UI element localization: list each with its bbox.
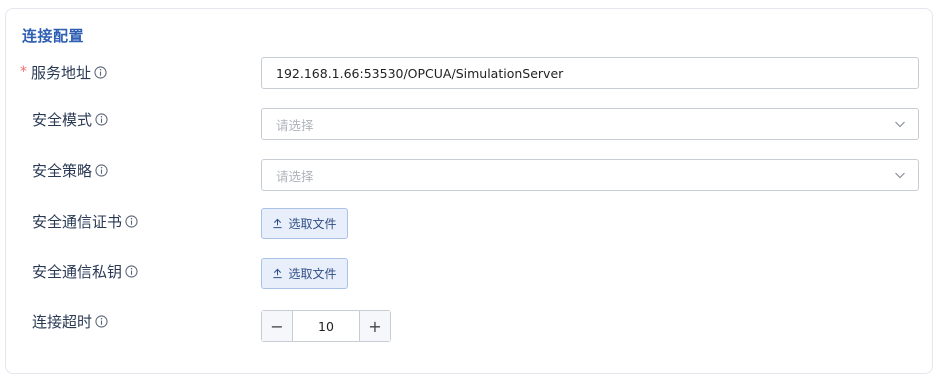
info-circle-icon[interactable] — [125, 214, 138, 228]
private-key-label-row: 安全通信私钥 — [32, 260, 138, 282]
timeout-value[interactable]: 10 — [293, 311, 359, 341]
timeout-label-row: 连接超时 — [32, 310, 108, 332]
security-policy-label-row: 安全策略 — [32, 159, 108, 181]
required-asterisk: * — [20, 64, 27, 80]
certificate-label: 安全通信证书 — [32, 212, 123, 231]
info-circle-icon[interactable] — [95, 314, 108, 328]
chevron-down-icon — [895, 121, 905, 128]
private-key-label: 安全通信私钥 — [32, 262, 123, 281]
decrement-button[interactable]: − — [262, 311, 293, 341]
security-mode-placeholder: 请选择 — [276, 117, 314, 133]
increment-button[interactable]: + — [359, 311, 390, 341]
upload-icon — [273, 268, 283, 279]
timeout-label: 连接超时 — [32, 312, 93, 331]
security-policy-placeholder: 请选择 — [276, 168, 314, 184]
security-mode-label: 安全模式 — [32, 110, 93, 129]
server-address-label-row: * 服务地址 — [20, 61, 107, 83]
private-key-upload-button[interactable]: 选取文件 — [261, 258, 348, 289]
upload-icon — [273, 218, 283, 229]
info-circle-icon[interactable] — [95, 112, 108, 126]
section-title: 连接配置 — [22, 27, 85, 45]
security-mode-select[interactable]: 请选择 — [261, 108, 919, 140]
server-address-input[interactable]: 192.168.1.66:53530/OPCUA/SimulationServe… — [261, 57, 919, 89]
timeout-stepper[interactable]: − 10 + — [261, 310, 391, 342]
server-address-label: 服务地址 — [31, 63, 92, 82]
security-policy-select[interactable]: 请选择 — [261, 159, 919, 191]
info-circle-icon[interactable] — [95, 163, 108, 177]
info-circle-icon[interactable] — [125, 264, 138, 278]
security-policy-label: 安全策略 — [32, 161, 93, 180]
certificate-upload-label: 选取文件 — [288, 217, 337, 231]
private-key-upload-label: 选取文件 — [288, 267, 337, 281]
server-address-value: 192.168.1.66:53530/OPCUA/SimulationServe… — [276, 65, 564, 81]
chevron-down-icon — [895, 172, 905, 179]
info-circle-icon[interactable] — [94, 65, 107, 79]
certificate-upload-button[interactable]: 选取文件 — [261, 208, 348, 239]
security-mode-label-row: 安全模式 — [32, 108, 108, 130]
certificate-label-row: 安全通信证书 — [32, 210, 138, 232]
